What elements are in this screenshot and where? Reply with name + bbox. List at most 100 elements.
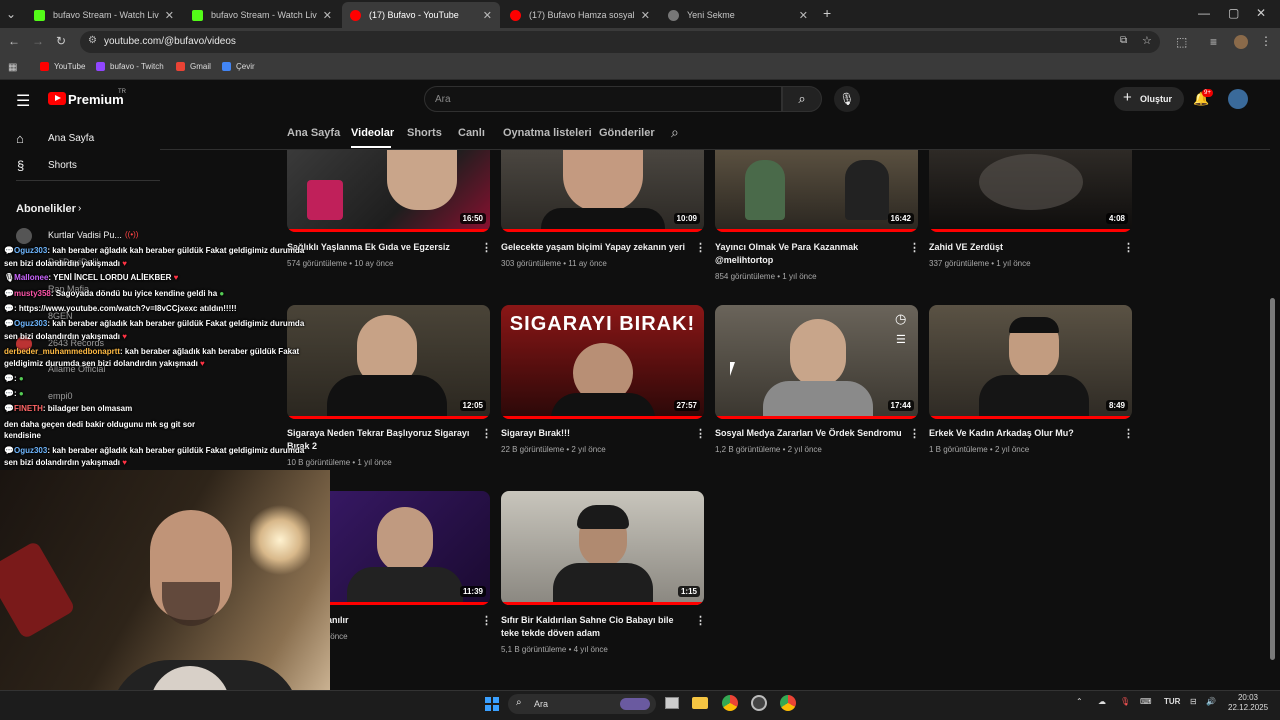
bookmark-twitch[interactable]: bufavo - Twitch <box>96 62 164 71</box>
browser-tab-active[interactable]: (17) Bufavo - YouTube ✕ <box>342 2 500 28</box>
video-thumbnail[interactable]: 8:49 <box>929 305 1132 419</box>
video-title[interactable]: Zahid VE Zerdüşt <box>929 241 1114 254</box>
volume-icon[interactable]: 🔊 <box>1206 697 1216 706</box>
back-arrow-icon[interactable]: ← <box>8 34 20 48</box>
profile-avatar[interactable] <box>1234 35 1248 49</box>
search-button[interactable]: ⌕ <box>782 86 822 112</box>
system-clock[interactable]: 20:03 22.12.2025 <box>1228 693 1268 713</box>
subscriptions-header[interactable]: Abonelikler <box>16 203 76 215</box>
taskbar-search-box[interactable]: ⌕ Ara <box>508 694 656 714</box>
keyboard-icon[interactable]: ⌨ <box>1140 697 1152 706</box>
menu-hamburger-icon[interactable]: ☰ <box>16 91 30 111</box>
maximize-icon[interactable]: ▢ <box>1228 6 1239 20</box>
cast-icon[interactable]: ⧉ <box>1120 35 1127 46</box>
channel-search-icon[interactable]: ⌕ <box>671 124 679 141</box>
account-avatar[interactable] <box>1228 89 1248 109</box>
task-view-icon[interactable] <box>665 697 679 709</box>
video-thumbnail[interactable]: 16:50 <box>287 150 490 232</box>
browser-tab[interactable]: bufavo Stream - Watch Live on ✕ <box>184 2 340 28</box>
network-icon[interactable]: ⊟ <box>1190 697 1197 706</box>
duration-badge: 16:42 <box>887 213 914 224</box>
chrome-icon[interactable] <box>722 695 738 711</box>
youtube-logo-icon[interactable] <box>48 92 66 105</box>
bookmark-star-icon[interactable]: ☆ <box>1142 34 1152 47</box>
duration-badge: 17:44 <box>887 400 914 411</box>
close-icon[interactable]: ✕ <box>483 9 492 22</box>
tab-live[interactable]: Canlı <box>458 127 485 139</box>
tab-list-chevron-icon[interactable]: ⌄ <box>6 7 16 21</box>
video-thumbnail[interactable]: 12:05 <box>287 305 490 419</box>
reload-icon[interactable]: ↻ <box>56 34 66 48</box>
media-icon[interactable]: ≡ <box>1210 35 1217 49</box>
create-button[interactable]: + Oluştur <box>1114 87 1184 111</box>
more-vert-icon[interactable]: ⋮ <box>1260 34 1272 48</box>
more-vert-icon[interactable]: ⋮ <box>481 427 492 440</box>
chrome-icon[interactable] <box>780 695 796 711</box>
more-vert-icon[interactable]: ⋮ <box>1123 427 1134 440</box>
video-title[interactable]: Sıfır Bir Kaldırılan Sahne Cio Babayı bi… <box>501 614 691 640</box>
sidebar-sub-item[interactable]: empi0 <box>48 391 73 401</box>
close-icon[interactable]: ✕ <box>323 9 332 22</box>
video-thumbnail[interactable]: 16:42 <box>715 150 918 232</box>
add-to-queue-icon[interactable]: ☰ <box>896 333 906 346</box>
apps-grid-icon[interactable]: ▦ <box>8 61 17 75</box>
tab-playlists[interactable]: Oynatma listeleri <box>503 127 592 139</box>
more-vert-icon[interactable]: ⋮ <box>695 427 706 440</box>
video-thumbnail[interactable]: 4:08 <box>929 150 1132 232</box>
window-close-icon[interactable]: ✕ <box>1256 6 1266 20</box>
url-field[interactable]: ⚙ youtube.com/@bufavo/videos ⧉ ☆ <box>80 31 1160 53</box>
video-thumbnail[interactable]: SIGARAYI BIRAK! 27:57 <box>501 305 704 419</box>
browser-tab[interactable]: bufavo Stream - Watch Live on ✕ <box>26 2 182 28</box>
tab-home[interactable]: Ana Sayfa <box>287 127 340 139</box>
watch-later-clock-icon[interactable]: ◷ <box>895 311 906 327</box>
browser-tab[interactable]: (17) Bufavo Hamza sosyal linçe ✕ <box>502 2 658 28</box>
app-icon[interactable] <box>751 695 767 711</box>
tab-videos[interactable]: Videolar <box>351 127 394 139</box>
minimize-icon[interactable]: — <box>1198 6 1210 20</box>
tray-chevron-up-icon[interactable]: ⌃ <box>1076 697 1083 706</box>
sidebar-item-home[interactable]: Ana Sayfa <box>48 133 94 144</box>
bookmark-youtube[interactable]: YouTube <box>40 62 85 71</box>
video-title[interactable]: Sigarayı Bırak!!! <box>501 427 686 440</box>
tray-app-icon[interactable]: ☁ <box>1098 697 1106 706</box>
extensions-icon[interactable]: ⬚ <box>1176 35 1187 49</box>
more-vert-icon[interactable]: ⋮ <box>481 241 492 254</box>
video-thumbnail[interactable]: 1:15 <box>501 491 704 605</box>
language-indicator[interactable]: TUR <box>1164 697 1180 706</box>
more-vert-icon[interactable]: ⋮ <box>481 614 492 627</box>
video-thumbnail[interactable]: ◷ ☰ 17:44 <box>715 305 918 419</box>
sidebar-item-shorts[interactable]: Shorts <box>48 160 77 171</box>
more-vert-icon[interactable]: ⋮ <box>695 241 706 254</box>
video-title[interactable]: Gelecekte yaşam biçimi Yapay zekanın yer… <box>501 241 686 254</box>
file-explorer-icon[interactable] <box>692 697 708 709</box>
logo-text[interactable]: Premium <box>68 92 124 107</box>
more-vert-icon[interactable]: ⋮ <box>695 614 706 627</box>
video-title[interactable]: Sigaraya Neden Tekrar Başlıyoruz Sigaray… <box>287 427 472 453</box>
browser-tab[interactable]: Yeni Sekme ✕ <box>660 2 816 28</box>
sidebar-sub-item[interactable]: Kurtlar Vadisi Pu... <box>48 230 122 240</box>
close-icon[interactable]: ✕ <box>799 9 808 22</box>
bookmark-translate[interactable]: Çevir <box>222 62 255 71</box>
new-tab-plus-icon[interactable]: + <box>823 6 831 20</box>
windows-start-icon[interactable] <box>485 697 499 711</box>
webcam-overlay <box>0 470 330 720</box>
close-icon[interactable]: ✕ <box>165 9 174 22</box>
video-title[interactable]: Yayıncı Olmak Ve Para Kazanmak @melihtor… <box>715 241 900 267</box>
video-title[interactable]: Sosyal Medya Zararları Ve Ördek Sendromu <box>715 427 905 440</box>
close-icon[interactable]: ✕ <box>641 9 650 22</box>
tray-mic-icon[interactable]: 🎙 <box>1120 697 1130 706</box>
video-title[interactable]: Erkek Ve Kadın Arkadaş Olur Mu? <box>929 427 1114 440</box>
search-input[interactable]: Ara <box>424 86 782 112</box>
page-scrollbar[interactable] <box>1270 298 1275 660</box>
forward-arrow-icon[interactable]: → <box>32 34 44 48</box>
site-info-icon[interactable]: ⚙ <box>88 35 97 46</box>
bookmark-gmail[interactable]: Gmail <box>176 62 211 71</box>
more-vert-icon[interactable]: ⋮ <box>909 241 920 254</box>
tab-shorts[interactable]: Shorts <box>407 127 442 139</box>
more-vert-icon[interactable]: ⋮ <box>1123 241 1134 254</box>
video-title[interactable]: Sağlıklı Yaşlanma Ek Gıda ve Egzersiz <box>287 241 472 254</box>
video-thumbnail[interactable]: 10:09 <box>501 150 704 232</box>
voice-search-mic-icon[interactable]: 🎙 <box>834 86 860 112</box>
more-vert-icon[interactable]: ⋮ <box>909 427 920 440</box>
tab-posts[interactable]: Gönderiler <box>599 127 655 139</box>
